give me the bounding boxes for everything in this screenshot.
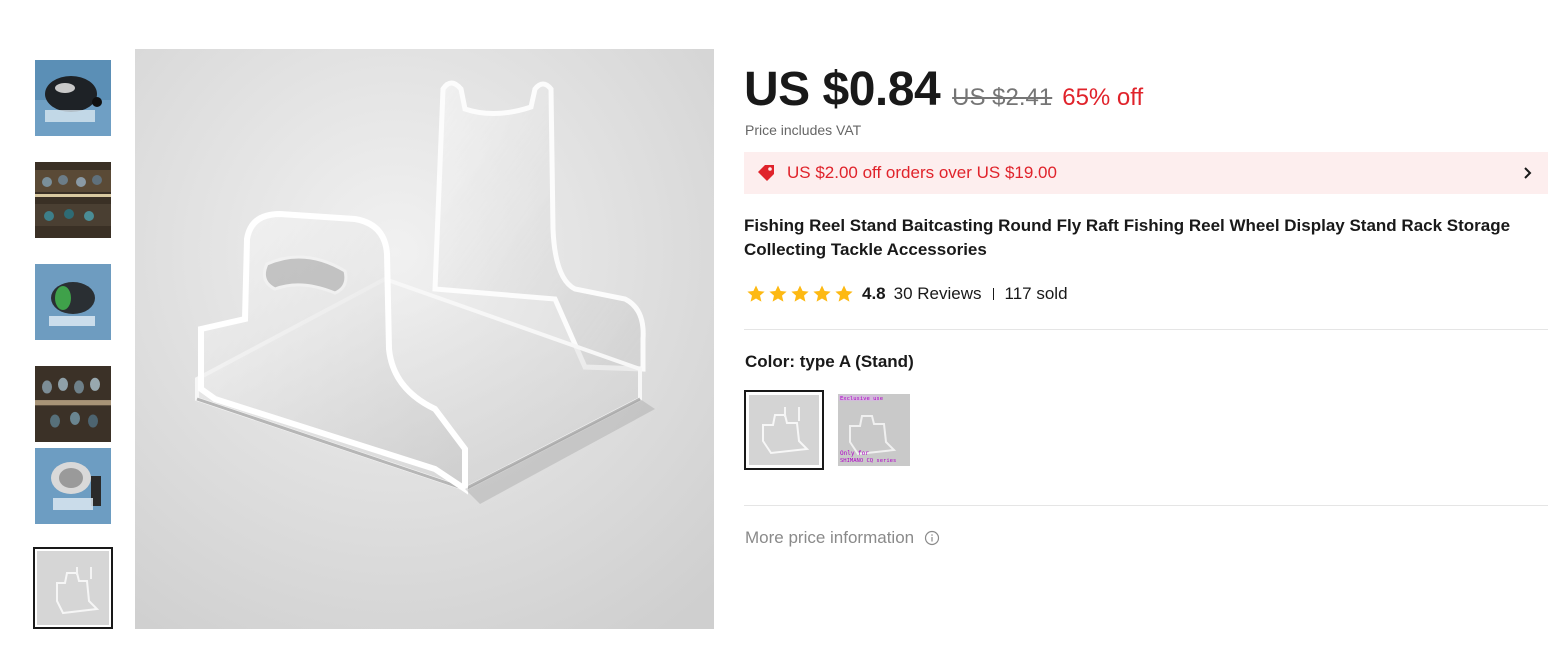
thumbnail-2[interactable] — [35, 162, 111, 238]
thumbnail-5[interactable] — [35, 448, 111, 524]
star-rating — [746, 284, 854, 304]
swatch-overlay-bottom-2: SHIMANO CQ series — [840, 458, 896, 464]
section-divider — [744, 329, 1548, 330]
product-title: Fishing Reel Stand Baitcasting Round Fly… — [744, 216, 1511, 259]
coupon-text: US $2.00 off orders over US $19.00 — [787, 163, 1057, 182]
shelf-reels-thumbnail — [35, 366, 111, 442]
star-icon — [747, 285, 765, 302]
swatch-overlay-bottom-1: Only for — [840, 450, 869, 457]
main-product-image[interactable] — [135, 49, 714, 629]
original-price: US $2.41 — [952, 84, 1053, 111]
star-icon — [835, 285, 853, 302]
coupon-tag-icon — [758, 165, 774, 181]
price-row: US $0.84 US $2.41 65% off — [744, 62, 1143, 117]
more-price-information[interactable]: More price information — [745, 528, 940, 548]
rating-value: 4.8 — [862, 284, 886, 303]
reel-on-stand-thumbnail — [35, 60, 111, 136]
vat-note: Price includes VAT — [745, 122, 862, 138]
swatch-type-b[interactable]: Exclusive use Only for SHIMANO CQ series — [838, 394, 910, 466]
coupon-banner[interactable]: US $2.00 off orders over US $19.00 — [744, 152, 1548, 194]
divider — [992, 288, 994, 300]
swatch-overlay-top: Exclusive use — [840, 396, 883, 402]
swatch-type-a[interactable] — [744, 390, 824, 470]
shimano-stand-swatch-icon: Exclusive use Only for SHIMANO CQ series — [838, 394, 910, 466]
thumbnail-4[interactable] — [35, 366, 111, 442]
clear-stand-thumbnail — [37, 551, 109, 625]
clear-stand-swatch-icon — [749, 395, 819, 465]
acrylic-reel-stand-image — [135, 49, 714, 629]
thumbnail-6-selected[interactable] — [33, 547, 113, 629]
silver-reel-thumbnail — [35, 448, 111, 524]
chevron-right-icon — [1524, 167, 1532, 179]
thumbnail-3[interactable] — [35, 264, 111, 340]
info-icon[interactable] — [924, 530, 940, 546]
star-icon — [791, 285, 809, 302]
star-icon — [769, 285, 787, 302]
display-shelf-thumbnail — [35, 162, 111, 238]
rating-row: 4.8 30 Reviews 117 sold — [746, 284, 1068, 304]
color-label: Color: type A (Stand) — [745, 352, 914, 371]
sold-count: 117 sold — [1004, 284, 1068, 303]
star-icon — [813, 285, 831, 302]
thumbnail-1[interactable] — [35, 60, 111, 136]
section-divider — [744, 505, 1548, 506]
current-price: US $0.84 — [744, 63, 941, 116]
more-price-information-label: More price information — [745, 528, 915, 547]
green-reel-thumbnail — [35, 264, 111, 340]
reviews-link[interactable]: 30 Reviews — [894, 284, 982, 304]
discount-badge: 65% off — [1062, 84, 1144, 111]
